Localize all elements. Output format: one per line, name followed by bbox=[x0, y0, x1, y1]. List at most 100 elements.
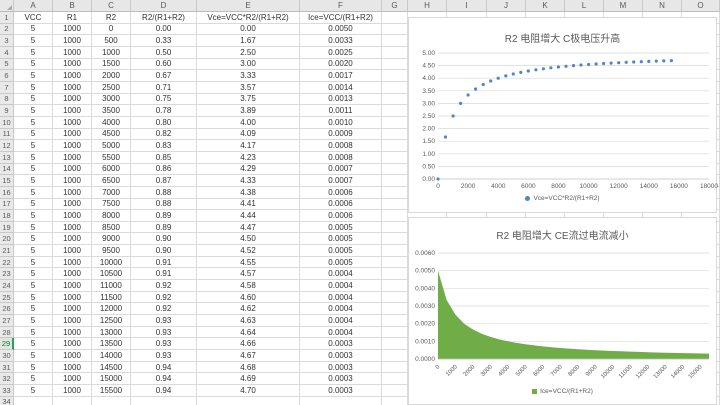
cell-C25[interactable]: 11500 bbox=[92, 292, 131, 304]
cell-E16[interactable]: 4.38 bbox=[197, 187, 300, 199]
scatter-point[interactable] bbox=[467, 93, 470, 96]
cell-A7[interactable]: 5 bbox=[14, 82, 53, 94]
cell-A15[interactable]: 5 bbox=[14, 175, 53, 187]
cell-B27[interactable]: 1000 bbox=[53, 315, 92, 327]
cell-C5[interactable]: 1500 bbox=[92, 59, 131, 71]
cell-A1[interactable]: VCC bbox=[14, 12, 53, 24]
cell-F13[interactable]: 0.0008 bbox=[300, 152, 382, 164]
cell-D14[interactable]: 0.86 bbox=[131, 164, 197, 176]
column-header-M[interactable]: M bbox=[604, 0, 643, 12]
scatter-point[interactable] bbox=[610, 62, 613, 65]
cell-A32[interactable]: 5 bbox=[14, 373, 53, 385]
column-header-C[interactable]: C bbox=[92, 0, 131, 12]
cell-E34[interactable] bbox=[197, 397, 300, 405]
cell-B22[interactable]: 1000 bbox=[53, 257, 92, 269]
cell-A25[interactable]: 5 bbox=[14, 292, 53, 304]
cell-G4[interactable] bbox=[382, 47, 408, 59]
cell-B17[interactable]: 1000 bbox=[53, 199, 92, 211]
row-header-9[interactable]: 9 bbox=[0, 105, 14, 117]
cell-D26[interactable]: 0.92 bbox=[131, 303, 197, 315]
scatter-point[interactable] bbox=[444, 135, 447, 138]
cell-B8[interactable]: 1000 bbox=[53, 94, 92, 106]
cell-G9[interactable] bbox=[382, 105, 408, 117]
cell-G14[interactable] bbox=[382, 164, 408, 176]
cell-A3[interactable]: 5 bbox=[14, 35, 53, 47]
cell-B25[interactable]: 1000 bbox=[53, 292, 92, 304]
row-header-31[interactable]: 31 bbox=[0, 362, 14, 374]
cell-D18[interactable]: 0.89 bbox=[131, 210, 197, 222]
cell-B26[interactable]: 1000 bbox=[53, 303, 92, 315]
vce-scatter-chart[interactable]: R2 电阻增大 C极电压升高 5.004.504.003.503.002.502… bbox=[408, 17, 717, 213]
cell-F21[interactable]: 0.0005 bbox=[300, 245, 382, 257]
cell-G33[interactable] bbox=[382, 385, 408, 397]
cell-B30[interactable]: 1000 bbox=[53, 350, 92, 362]
cell-C6[interactable]: 2000 bbox=[92, 70, 131, 82]
cell-G24[interactable] bbox=[382, 280, 408, 292]
cell-B1[interactable]: R1 bbox=[53, 12, 92, 24]
cell-F17[interactable]: 0.0006 bbox=[300, 199, 382, 211]
cell-E7[interactable]: 3.57 bbox=[197, 82, 300, 94]
cell-D31[interactable]: 0.94 bbox=[131, 362, 197, 374]
cell-D20[interactable]: 0.90 bbox=[131, 233, 197, 245]
cell-F5[interactable]: 0.0020 bbox=[300, 59, 382, 71]
cell-D33[interactable]: 0.94 bbox=[131, 385, 197, 397]
scatter-point[interactable] bbox=[595, 62, 598, 65]
scatter-point[interactable] bbox=[572, 64, 575, 67]
cell-A14[interactable]: 5 bbox=[14, 164, 53, 176]
cell-A28[interactable]: 5 bbox=[14, 327, 53, 339]
cell-F25[interactable]: 0.0004 bbox=[300, 292, 382, 304]
scatter-point[interactable] bbox=[497, 77, 500, 80]
cell-F16[interactable]: 0.0006 bbox=[300, 187, 382, 199]
cell-B28[interactable]: 1000 bbox=[53, 327, 92, 339]
cell-C10[interactable]: 4000 bbox=[92, 117, 131, 129]
cell-E30[interactable]: 4.67 bbox=[197, 350, 300, 362]
cell-G13[interactable] bbox=[382, 152, 408, 164]
cell-G23[interactable] bbox=[382, 268, 408, 280]
cell-B13[interactable]: 1000 bbox=[53, 152, 92, 164]
row-header-27[interactable]: 27 bbox=[0, 315, 14, 327]
cell-B24[interactable]: 1000 bbox=[53, 280, 92, 292]
cell-F2[interactable]: 0.0050 bbox=[300, 24, 382, 36]
cell-E27[interactable]: 4.63 bbox=[197, 315, 300, 327]
cell-D34[interactable] bbox=[131, 397, 197, 405]
row-header-1[interactable]: 1 bbox=[0, 12, 14, 24]
column-header-N[interactable]: N bbox=[643, 0, 682, 12]
row-header-16[interactable]: 16 bbox=[0, 187, 14, 199]
scatter-point[interactable] bbox=[670, 59, 673, 62]
cell-A9[interactable]: 5 bbox=[14, 105, 53, 117]
cell-C2[interactable]: 0 bbox=[92, 24, 131, 36]
cell-E18[interactable]: 4.44 bbox=[197, 210, 300, 222]
scatter-point[interactable] bbox=[542, 67, 545, 70]
row-header-2[interactable]: 2 bbox=[0, 24, 14, 36]
cell-F28[interactable]: 0.0004 bbox=[300, 327, 382, 339]
column-header-G[interactable]: G bbox=[382, 0, 408, 12]
cell-D22[interactable]: 0.91 bbox=[131, 257, 197, 269]
cell-B7[interactable]: 1000 bbox=[53, 82, 92, 94]
cell-B33[interactable]: 1000 bbox=[53, 385, 92, 397]
row-header-6[interactable]: 6 bbox=[0, 70, 14, 82]
row-header-34[interactable]: 34 bbox=[0, 397, 14, 405]
cell-F20[interactable]: 0.0005 bbox=[300, 233, 382, 245]
cell-G10[interactable] bbox=[382, 117, 408, 129]
cell-C22[interactable]: 10000 bbox=[92, 257, 131, 269]
cell-D8[interactable]: 0.75 bbox=[131, 94, 197, 106]
scatter-point[interactable] bbox=[504, 74, 507, 77]
row-header-32[interactable]: 32 bbox=[0, 373, 14, 385]
cell-F1[interactable]: Ice=VCC/(R1+R2) bbox=[300, 12, 382, 24]
cell-G22[interactable] bbox=[382, 257, 408, 269]
scatter-point[interactable] bbox=[625, 61, 628, 64]
cell-D24[interactable]: 0.92 bbox=[131, 280, 197, 292]
row-header-4[interactable]: 4 bbox=[0, 47, 14, 59]
cell-E15[interactable]: 4.33 bbox=[197, 175, 300, 187]
cell-C32[interactable]: 15000 bbox=[92, 373, 131, 385]
cell-B4[interactable]: 1000 bbox=[53, 47, 92, 59]
cell-D5[interactable]: 0.60 bbox=[131, 59, 197, 71]
cell-F9[interactable]: 0.0011 bbox=[300, 105, 382, 117]
cell-C9[interactable]: 3500 bbox=[92, 105, 131, 117]
cell-E22[interactable]: 4.55 bbox=[197, 257, 300, 269]
cell-E31[interactable]: 4.68 bbox=[197, 362, 300, 374]
cell-B32[interactable]: 1000 bbox=[53, 373, 92, 385]
column-header-D[interactable]: D bbox=[131, 0, 197, 12]
cell-E26[interactable]: 4.62 bbox=[197, 303, 300, 315]
cell-D25[interactable]: 0.92 bbox=[131, 292, 197, 304]
